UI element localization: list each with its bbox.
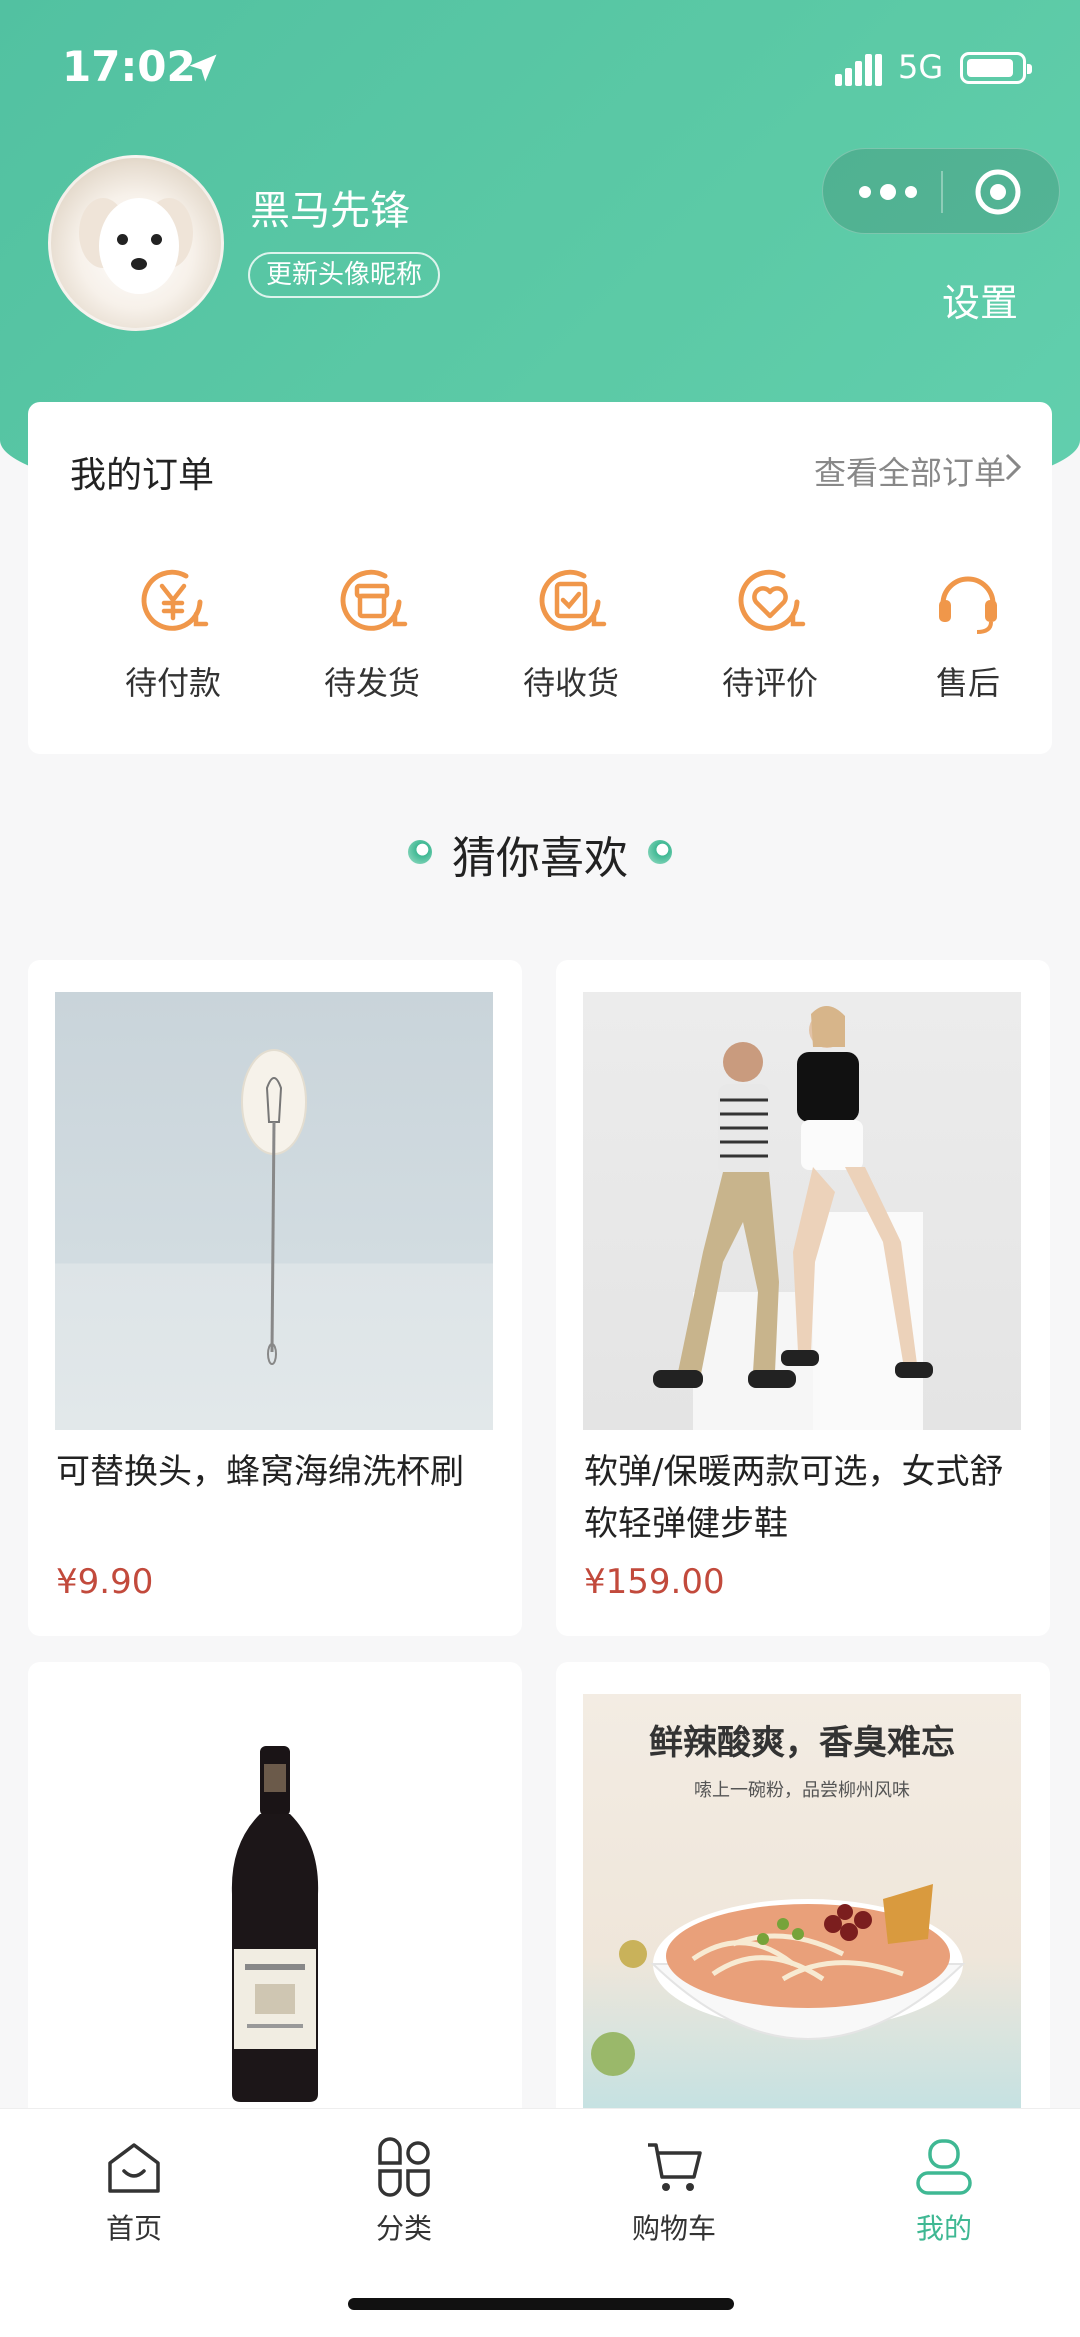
mini-program-capsule [822,148,1060,234]
order-label: 待发货 [323,664,420,702]
battery-icon [960,52,1032,84]
order-pending-review[interactable]: 待评价 [685,562,855,704]
status-bar: 17:02 5G [0,0,1080,130]
heart-clock-icon [738,569,806,631]
product-card[interactable]: 软弹/保暖两款可选，女式舒软轻弹健步鞋 ¥159.00 [556,960,1050,1636]
banner-subtitle: 嗦上一碗粉，品尝柳州风味 [694,1780,910,1801]
signal-icon [835,54,882,86]
tab-category[interactable]: 分类 [324,2135,484,2247]
product-price: ¥9.90 [56,1562,154,1602]
box-clock-icon [340,569,408,631]
order-pending-shipment[interactable]: 待发货 [287,562,457,704]
tab-label: 我的 [915,2212,972,2245]
product-image: 鲜辣酸爽，香臭难忘 嗦上一碗粉，品尝柳州风味 [583,1694,1021,2132]
view-all-orders-link[interactable]: 查看全部订单 [814,448,1006,494]
product-card[interactable]: 鲜辣酸爽，香臭难忘 嗦上一碗粉，品尝柳州风味 [556,1662,1050,2142]
tab-cart[interactable]: 购物车 [594,2135,754,2247]
location-arrow-icon [189,54,217,82]
order-pending-receipt[interactable]: 待收货 [486,562,656,704]
orders-title: 我的订单 [70,455,215,496]
order-label: 待收货 [522,664,619,702]
order-after-sales[interactable]: 售后 [883,562,1053,704]
settings-link[interactable]: 设置 [942,272,1018,327]
network-type: 5G [898,48,944,86]
avatar[interactable] [48,155,224,331]
order-label: 待付款 [124,664,221,702]
capsule-divider [941,171,943,213]
order-label: 售后 [935,664,1000,702]
home-indicator [348,2298,734,2310]
status-time: 17:02 [62,42,196,91]
order-label: 待评价 [721,664,818,702]
decor-dot-icon [648,840,672,864]
check-clock-icon [539,569,607,631]
user-icon [916,2139,972,2195]
tab-home[interactable]: 首页 [54,2135,214,2247]
category-icon [378,2137,430,2197]
guess-you-like-header: 猜你喜欢 [0,822,1080,886]
tab-label: 购物车 [631,2212,716,2245]
cart-icon [648,2143,702,2191]
yen-clock-icon [141,569,209,631]
guess-title: 猜你喜欢 [452,833,628,884]
product-name: 软弹/保暖两款可选，女式舒软轻弹健步鞋 [584,1452,1004,1544]
headset-icon [939,576,997,634]
update-profile-button[interactable]: 更新头像昵称 [248,252,441,298]
home-icon [108,2143,160,2193]
username: 黑马先锋 [250,188,410,234]
product-price: ¥159.00 [584,1562,725,1602]
tab-label: 首页 [105,2212,162,2245]
tab-mine[interactable]: 我的 [864,2135,1024,2247]
product-image [55,992,493,1430]
order-pending-payment[interactable]: 待付款 [88,562,258,704]
chevron-right-icon[interactable] [1004,452,1022,482]
decor-dot-icon [408,840,432,864]
more-icon[interactable] [853,175,923,209]
banner-title: 鲜辣酸爽，香臭难忘 [649,1723,955,1763]
product-card[interactable] [28,1662,522,2142]
product-image [583,992,1021,1430]
tab-label: 分类 [375,2212,432,2245]
close-target-icon[interactable] [973,167,1023,217]
product-card[interactable]: 可替换头，蜂窝海绵洗杯刷 ¥9.90 [28,960,522,1636]
orders-card: 我的订单 查看全部订单 待付款 待发货 待收货 待评价 售后 [28,402,1052,754]
product-name: 可替换头，蜂窝海绵洗杯刷 [56,1452,464,1492]
product-image [55,1694,493,2132]
